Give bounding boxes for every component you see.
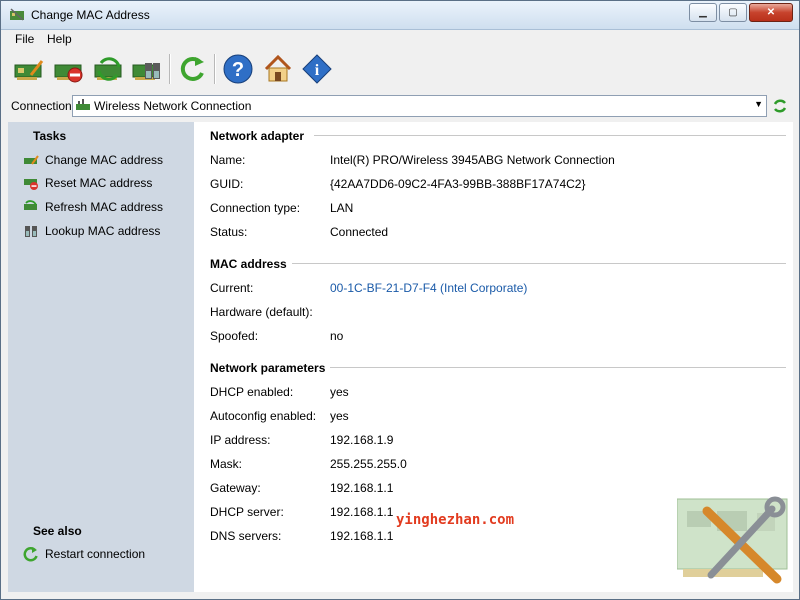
section-network-parameters: Network parameters — [210, 361, 326, 375]
value-name: Intel(R) PRO/Wireless 3945ABG Network Co… — [330, 153, 615, 167]
label-connection-type: Connection type: — [210, 201, 301, 215]
see-also-heading: See also — [33, 524, 82, 538]
title-bar[interactable]: Change MAC Address ▁ ▢ ✕ — [1, 1, 799, 30]
connection-dropdown[interactable]: Wireless Network Connection ▼ — [72, 95, 767, 117]
refresh-mac-icon — [24, 200, 37, 210]
label-dhcp-server: DHCP server: — [210, 505, 284, 519]
label-name: Name: — [210, 153, 246, 167]
svg-text:?: ? — [232, 59, 244, 81]
label-mask: Mask: — [210, 457, 243, 471]
see-also-label: Restart connection — [45, 547, 146, 561]
value-connection-type: LAN — [330, 201, 354, 215]
section-divider — [292, 263, 786, 264]
task-label: Change MAC address — [45, 153, 164, 167]
value-autoconfig: yes — [330, 409, 349, 423]
chevron-down-icon[interactable]: ▼ — [754, 99, 763, 109]
about-button[interactable]: i — [301, 53, 333, 85]
value-dns-servers: 192.168.1.1 — [330, 529, 394, 543]
reset-mac-button[interactable] — [53, 53, 85, 85]
label-dhcp-enabled: DHCP enabled: — [210, 385, 294, 399]
value-ip-address: 192.168.1.9 — [330, 433, 394, 447]
tasks-heading: Tasks — [33, 129, 67, 143]
current-mac-link[interactable]: 00-1C-BF-21-D7-F4 (Intel Corporate) — [330, 281, 527, 295]
task-label: Refresh MAC address — [45, 200, 164, 214]
task-lookup-mac[interactable]: Lookup MAC address — [23, 222, 160, 240]
task-change-mac[interactable]: Change MAC address — [23, 151, 163, 169]
help-button[interactable]: ? — [222, 53, 254, 85]
task-label: Lookup MAC address — [45, 224, 161, 238]
minimize-button[interactable]: ▁ — [689, 3, 717, 22]
value-dhcp-enabled: yes — [330, 385, 349, 399]
menu-bar: File Help — [1, 30, 799, 48]
task-refresh-mac[interactable]: Refresh MAC address — [23, 198, 163, 216]
menu-file[interactable]: File — [15, 32, 34, 46]
label-guid: GUID: — [210, 177, 244, 191]
maximize-button[interactable]: ▢ — [719, 3, 747, 22]
value-gateway: 192.168.1.1 — [330, 481, 394, 495]
menu-help[interactable]: Help — [47, 32, 72, 46]
watermark-text: yinghezhan.com — [396, 512, 515, 528]
toolbar: ? i — [1, 49, 799, 91]
lookup-mac-button[interactable] — [131, 53, 163, 85]
label-hardware-mac: Hardware (default): — [210, 305, 313, 319]
task-reset-mac[interactable]: Reset MAC address — [23, 174, 152, 192]
label-gateway: Gateway: — [210, 481, 261, 495]
close-button[interactable]: ✕ — [749, 3, 793, 22]
section-mac-address: MAC address — [210, 257, 287, 271]
network-card-tools-illustration — [677, 496, 788, 584]
home-button[interactable] — [262, 53, 294, 85]
section-network-adapter: Network adapter — [210, 129, 305, 143]
see-also-restart-connection[interactable]: Restart connection — [23, 545, 145, 563]
label-current-mac: Current: — [210, 281, 254, 295]
value-guid: {42AA7DD6-09C2-4FA3-99BB-388BF17A74C2} — [330, 177, 586, 191]
restart-connection-button[interactable] — [176, 53, 208, 85]
app-icon — [10, 8, 24, 21]
task-sidebar: Tasks Change MAC address Reset MAC addre… — [8, 122, 194, 592]
section-divider — [314, 135, 786, 136]
connection-selected: Wireless Network Connection — [94, 99, 252, 113]
task-label: Reset MAC address — [45, 176, 153, 190]
label-spoofed: Spoofed: — [210, 329, 259, 343]
label-dns-servers: DNS servers: — [210, 529, 282, 543]
label-ip-address: IP address: — [210, 433, 271, 447]
refresh-connections-icon[interactable] — [771, 97, 789, 115]
value-status: Connected — [330, 225, 389, 239]
value-dhcp-server: 192.168.1.1 — [330, 505, 394, 519]
reset-mac-icon — [24, 179, 38, 190]
change-mac-button[interactable] — [13, 53, 45, 85]
restart-icon — [23, 547, 38, 562]
value-mask: 255.255.255.0 — [330, 457, 407, 471]
svg-text:i: i — [315, 62, 320, 79]
network-adapter-icon — [76, 99, 90, 110]
connection-row: Connection: Wireless Network Connection … — [1, 93, 799, 119]
window-title: Change MAC Address — [31, 8, 150, 22]
value-spoofed: no — [330, 329, 344, 343]
label-autoconfig: Autoconfig enabled: — [210, 409, 317, 423]
app-window: Change MAC Address ▁ ▢ ✕ File Help ? i C… — [0, 0, 800, 600]
refresh-mac-button[interactable] — [93, 53, 125, 85]
label-status: Status: — [210, 225, 248, 239]
connection-label: Connection: — [11, 99, 76, 113]
section-divider — [330, 367, 786, 368]
change-mac-icon — [24, 155, 39, 165]
lookup-mac-icon — [25, 226, 37, 237]
